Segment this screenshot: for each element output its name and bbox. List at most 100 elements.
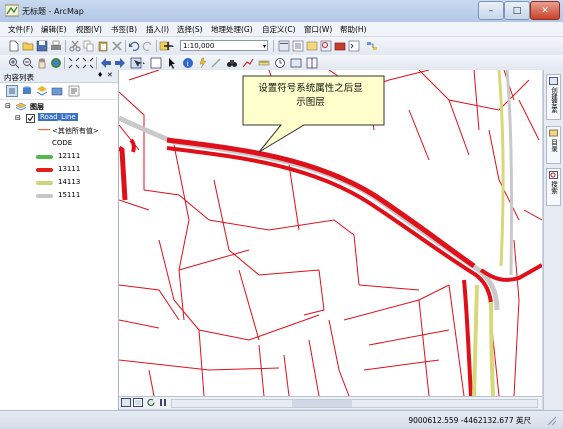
tools-toolbar: i — [0, 55, 563, 71]
dock-tab-catalog[interactable]: 目录 — [546, 126, 561, 164]
catalog-icon[interactable] — [306, 40, 318, 52]
legend-swatch-15111 — [36, 194, 53, 198]
forward-extent-icon[interactable] — [114, 57, 126, 69]
list-by-source-icon[interactable] — [21, 85, 33, 97]
horizontal-scrollbar[interactable] — [171, 399, 538, 408]
title-bar: 无标题 - ArcMap – □ ✕ — [0, 0, 563, 23]
pan-hand-icon[interactable] — [36, 57, 48, 69]
menu-bookmarks[interactable]: 书签(B) — [111, 24, 137, 35]
menu-help[interactable]: 帮助(H) — [340, 24, 367, 35]
chevron-down-icon[interactable]: ▾ — [263, 41, 266, 52]
swipe-layer-icon[interactable] — [306, 57, 318, 69]
time-slider-icon[interactable] — [274, 57, 286, 69]
dock-tab-label: 搜索 — [549, 181, 558, 194]
search-icon — [549, 171, 558, 179]
window-title: 无标题 - ArcMap — [22, 7, 84, 16]
data-frame-name[interactable]: 图层 — [30, 102, 44, 112]
collapse-toggle-icon[interactable]: ⊟ — [5, 102, 11, 110]
callout-text: 设置符号系统属性之后显 示图层 — [243, 82, 378, 110]
legend-label-14113: 14113 — [58, 178, 81, 186]
find-route-icon[interactable] — [242, 57, 254, 69]
toc-toolbar — [0, 83, 118, 100]
arctoolbox-icon[interactable] — [334, 40, 346, 52]
menu-edit[interactable]: 编辑(E) — [41, 24, 67, 35]
fixed-zoom-in-icon[interactable] — [68, 57, 80, 69]
create-features-icon — [549, 77, 558, 85]
right-dock-panel: 创建要素 目录 搜索 — [543, 70, 563, 410]
copy-icon[interactable] — [83, 40, 95, 52]
new-document-icon[interactable] — [8, 40, 20, 52]
other-values-swatch — [38, 129, 50, 131]
close-button[interactable]: ✕ — [530, 1, 560, 20]
callout-text-line1: 设置符号系统属性之后显 — [258, 83, 363, 94]
list-by-selection-icon[interactable] — [51, 85, 63, 97]
layout-view-icon[interactable] — [133, 398, 143, 407]
table-of-contents-icon[interactable] — [292, 40, 304, 52]
legend-label-13111: 13111 — [58, 165, 81, 173]
identify-icon[interactable]: i — [182, 57, 194, 69]
add-data-icon[interactable] — [159, 40, 175, 52]
save-icon[interactable] — [36, 40, 48, 52]
menu-view[interactable]: 视图(V) — [76, 24, 102, 35]
cut-icon[interactable] — [69, 40, 81, 52]
undo-icon[interactable] — [128, 40, 140, 52]
create-viewer-window-icon[interactable] — [290, 57, 302, 69]
menu-geoprocessing[interactable]: 地理处理(G) — [211, 24, 253, 35]
zoom-in-icon[interactable] — [8, 57, 20, 69]
fixed-zoom-out-icon[interactable] — [82, 57, 94, 69]
paste-icon[interactable] — [97, 40, 109, 52]
hyperlink-icon[interactable] — [210, 57, 222, 69]
redo-icon[interactable] — [142, 40, 154, 52]
pin-icon[interactable]: ♦ — [97, 71, 103, 79]
model-builder-icon[interactable] — [366, 40, 378, 52]
dock-tab-label: 目录 — [549, 139, 558, 152]
layer-visibility-checkbox[interactable] — [26, 114, 35, 123]
editor-toolbar-icon[interactable] — [278, 40, 290, 52]
map-canvas[interactable]: 设置符号系统属性之后显 示图层 — [119, 70, 542, 396]
dock-tab-create-features[interactable]: 创建要素 — [546, 74, 561, 120]
legend-swatch-14113 — [36, 181, 53, 185]
symbology-field-label: CODE — [52, 139, 73, 147]
clear-selection-icon[interactable] — [150, 57, 162, 69]
select-features-icon[interactable] — [130, 57, 146, 69]
maximize-button[interactable]: □ — [504, 1, 530, 20]
menu-windows[interactable]: 窗口(W) — [304, 24, 332, 35]
layers-stack-icon — [15, 102, 27, 111]
html-popup-icon[interactable] — [196, 57, 208, 69]
scroll-thumb[interactable] — [292, 400, 352, 407]
menu-customize[interactable]: 自定义(C) — [262, 24, 296, 35]
open-folder-icon[interactable] — [22, 40, 34, 52]
full-extent-icon[interactable] — [50, 57, 62, 69]
toc-options-icon[interactable] — [68, 85, 80, 97]
back-extent-icon[interactable] — [100, 57, 112, 69]
map-scale-input[interactable]: 1:10,000 ▾ — [180, 40, 268, 51]
layer-name-road-line[interactable]: Road_Line — [38, 113, 78, 121]
refresh-icon[interactable] — [146, 398, 156, 407]
menu-file[interactable]: 文件(F) — [8, 24, 33, 35]
legend-label-15111: 15111 — [58, 191, 81, 199]
catalog-icon — [549, 129, 558, 137]
menu-insert[interactable]: 插入(I) — [146, 24, 169, 35]
menu-selection[interactable]: 选择(S) — [177, 24, 203, 35]
minimize-button[interactable]: – — [478, 1, 504, 20]
arcmap-app-icon[interactable] — [5, 4, 19, 17]
list-by-drawing-order-icon[interactable] — [6, 85, 18, 97]
python-window-icon[interactable] — [348, 40, 360, 52]
status-bar: 9000612.559 -4462132.677 英尺 — [0, 410, 563, 429]
collapse-toggle-icon[interactable]: ⊟ — [15, 114, 21, 122]
find-binoculars-icon[interactable] — [226, 57, 238, 69]
table-of-contents-panel: 内容列表 ♦ ✕ ⊟ 图层 ⊟ Road_Line <其他所有值> CODE 1… — [0, 70, 119, 410]
dock-tab-search[interactable]: 搜索 — [546, 168, 561, 206]
close-icon[interactable]: ✕ — [107, 71, 113, 79]
resize-grip-icon[interactable] — [545, 415, 557, 425]
data-view-icon[interactable] — [121, 398, 131, 407]
list-by-visibility-icon[interactable] — [36, 85, 48, 97]
print-icon[interactable] — [50, 40, 62, 52]
pause-drawing-icon[interactable] — [158, 398, 168, 407]
search-window-icon[interactable] — [320, 40, 332, 52]
select-elements-arrow-icon[interactable] — [166, 57, 178, 69]
dock-tab-label: 创建要素 — [549, 87, 558, 113]
measure-icon[interactable] — [258, 57, 270, 69]
delete-icon[interactable] — [111, 40, 123, 52]
zoom-out-icon[interactable] — [22, 57, 34, 69]
